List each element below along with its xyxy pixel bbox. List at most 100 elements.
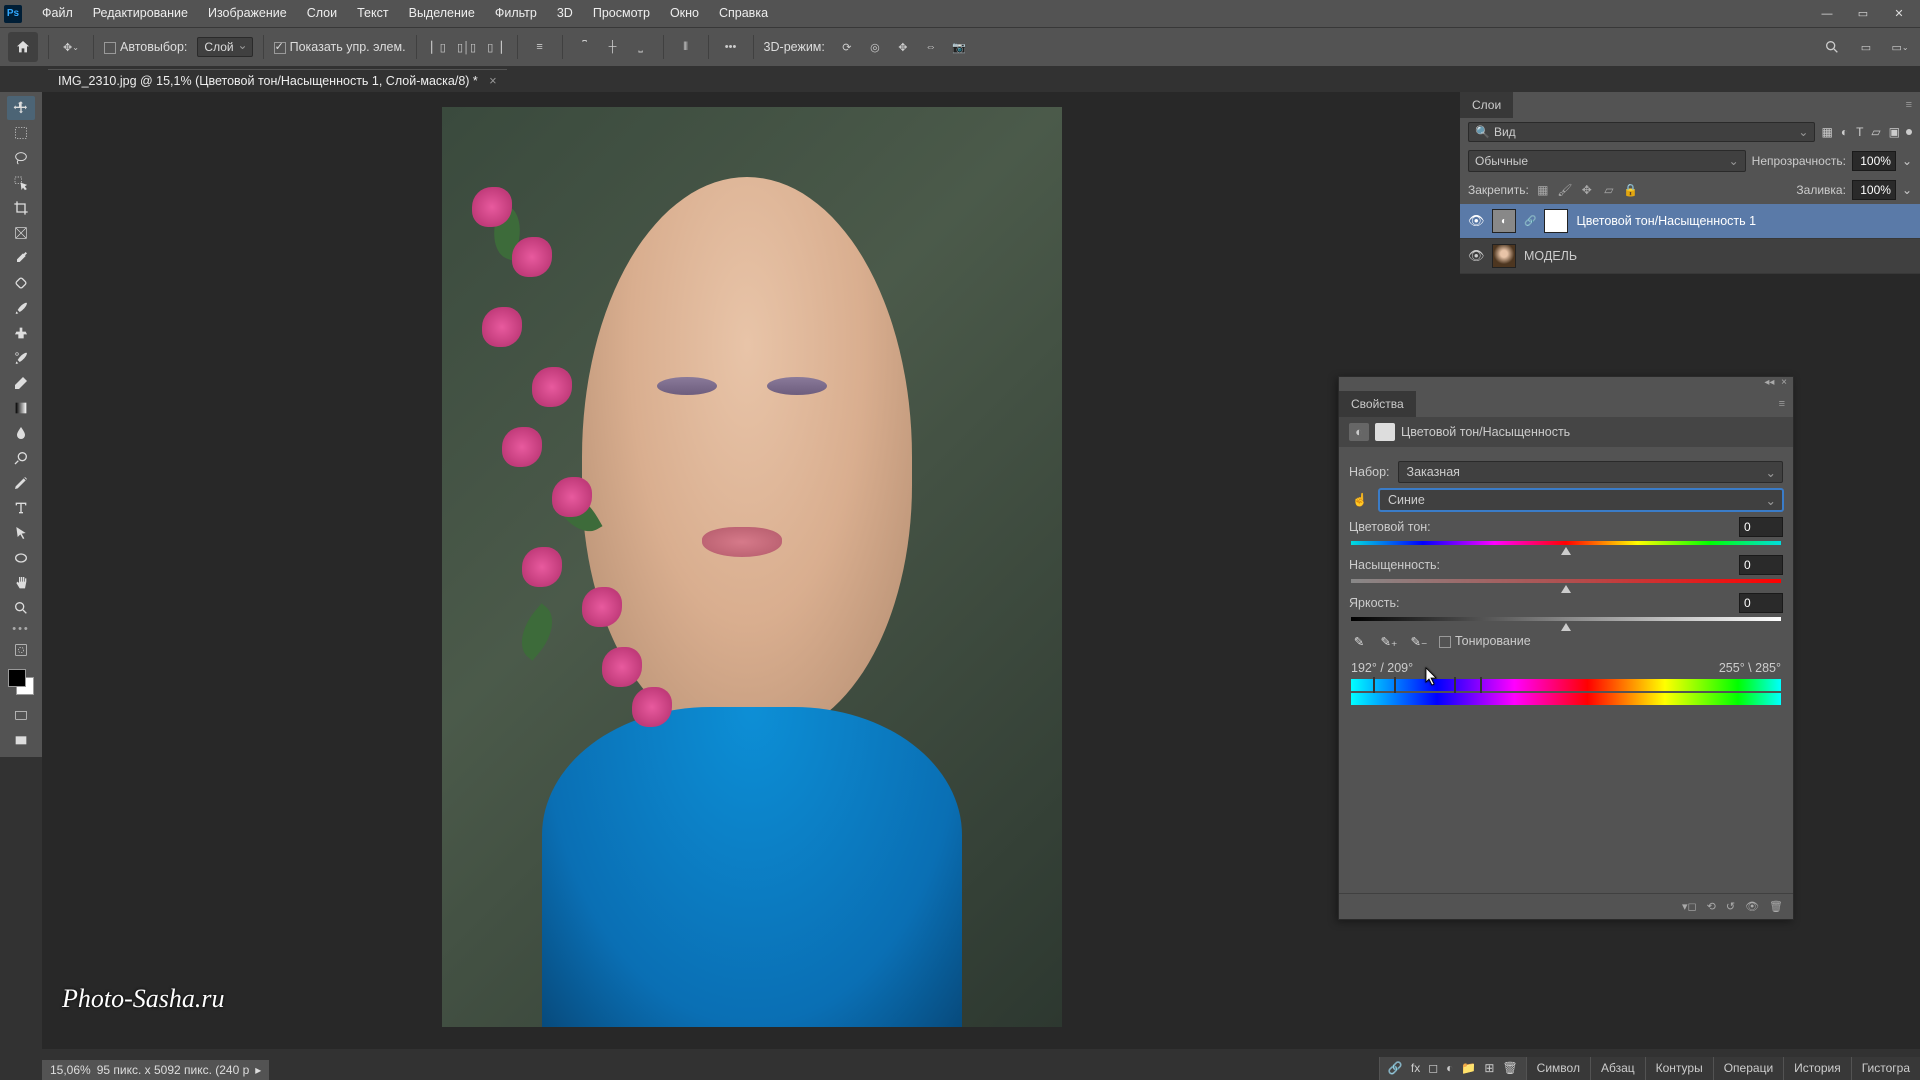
filter-shape-icon[interactable]: ▱ <box>1871 125 1880 139</box>
document-tab[interactable]: IMG_2310.jpg @ 15,1% (Цветовой тон/Насыщ… <box>48 69 507 92</box>
color-swatch[interactable] <box>8 669 34 695</box>
saturation-slider[interactable] <box>1351 579 1781 583</box>
pen-tool[interactable] <box>7 471 35 495</box>
align-bottom-icon[interactable]: ⎵ <box>629 35 653 59</box>
quick-mask-icon[interactable] <box>7 638 35 662</box>
zoom-tool[interactable] <box>7 596 35 620</box>
screen-mode-icon[interactable] <box>7 704 35 728</box>
tab-actions[interactable]: Операци <box>1714 1057 1783 1080</box>
menu-edit[interactable]: Редактирование <box>83 0 198 27</box>
visibility-icon[interactable]: 👁 <box>1468 248 1484 264</box>
delete-layer-icon[interactable]: 🗑 <box>1502 1061 1517 1076</box>
layer-mask-icon[interactable]: ◻ <box>1428 1061 1438 1076</box>
blur-tool[interactable] <box>7 421 35 445</box>
link-icon[interactable]: 🔗 <box>1524 216 1536 227</box>
adjustment-thumb[interactable]: ◐ <box>1492 209 1516 233</box>
opacity-input[interactable]: 100% <box>1852 151 1896 171</box>
layer-name[interactable]: Цветовой тон/Насыщенность 1 <box>1576 214 1756 228</box>
brush-tool[interactable] <box>7 296 35 320</box>
edit-toolbar-icon[interactable]: ••• <box>12 623 30 635</box>
delete-adjustment-icon[interactable]: 🗑 <box>1769 900 1783 913</box>
menu-type[interactable]: Текст <box>347 0 398 27</box>
zoom-readout[interactable]: 15,06% <box>50 1063 91 1077</box>
tab-symbol[interactable]: Символ <box>1527 1057 1590 1080</box>
pan3d-icon[interactable]: ✥ <box>891 35 915 59</box>
layers-tab[interactable]: Слои <box>1460 92 1513 118</box>
lasso-tool[interactable] <box>7 146 35 170</box>
menu-select[interactable]: Выделение <box>399 0 485 27</box>
hand-tool[interactable] <box>7 571 35 595</box>
menu-help[interactable]: Справка <box>709 0 778 27</box>
layer-thumb[interactable] <box>1492 244 1516 268</box>
eraser-tool[interactable] <box>7 371 35 395</box>
filter-type-icon[interactable]: T <box>1856 125 1863 139</box>
link-layers-icon[interactable]: 🔗 <box>1388 1061 1403 1076</box>
eyedropper-minus-icon[interactable]: ✎₋ <box>1409 631 1429 651</box>
lock-all-icon[interactable]: 🔒 <box>1623 183 1639 197</box>
colorize-checkbox[interactable] <box>1439 636 1451 648</box>
layers-panel-menu-icon[interactable]: ≡ <box>1898 95 1920 115</box>
toggle-visibility-icon[interactable]: 👁 <box>1745 900 1759 913</box>
menu-image[interactable]: Изображение <box>198 0 297 27</box>
collapse-icon[interactable]: ◂◂ <box>1764 377 1774 388</box>
blend-mode-select[interactable]: Обычные <box>1468 150 1746 172</box>
clone-stamp-tool[interactable] <box>7 321 35 345</box>
dodge-tool[interactable] <box>7 446 35 470</box>
move-tool[interactable] <box>7 96 35 120</box>
clip-to-layer-icon[interactable]: ▾◻ <box>1682 900 1697 913</box>
screen-mode-full-icon[interactable] <box>7 729 35 753</box>
shape-tool[interactable] <box>7 546 35 570</box>
quick-select-tool[interactable] <box>7 171 35 195</box>
layer-filter-kind[interactable]: 🔍 Вид <box>1468 122 1815 142</box>
align-left-icon[interactable]: ▏▯ <box>427 35 451 59</box>
history-brush-tool[interactable] <box>7 346 35 370</box>
hue-slider[interactable] <box>1351 541 1781 545</box>
tab-paths[interactable]: Контуры <box>1646 1057 1713 1080</box>
lock-position-icon[interactable]: ✥ <box>1579 183 1595 197</box>
frame-tool[interactable] <box>7 221 35 245</box>
close-panel-icon[interactable]: × <box>1781 377 1787 388</box>
filter-adjust-icon[interactable]: ◐ <box>1841 125 1848 139</box>
channel-select[interactable]: Синие <box>1379 489 1783 511</box>
align-center-h-icon[interactable]: ▯│▯ <box>455 35 479 59</box>
align-middle-icon[interactable]: ┼ <box>601 35 625 59</box>
color-range-gradient-bottom[interactable] <box>1351 693 1781 705</box>
more-options-icon[interactable]: ••• <box>719 35 743 59</box>
eyedropper-plus-icon[interactable]: ✎₊ <box>1379 631 1399 651</box>
type-tool[interactable] <box>7 496 35 520</box>
auto-select-target[interactable]: Слой <box>197 37 252 57</box>
layer-name[interactable]: МОДЕЛЬ <box>1524 249 1577 263</box>
fill-menu-icon[interactable]: ⌄ <box>1902 183 1912 197</box>
layer-row-model[interactable]: 👁 МОДЕЛЬ <box>1460 239 1920 274</box>
menu-window[interactable]: Окно <box>660 0 709 27</box>
opacity-menu-icon[interactable]: ⌄ <box>1902 154 1912 168</box>
fill-input[interactable]: 100% <box>1852 180 1896 200</box>
layer-row-hue-sat[interactable]: 👁 ◐ 🔗 Цветовой тон/Насыщенность 1 <box>1460 204 1920 239</box>
filter-toggle[interactable] <box>1906 129 1912 135</box>
properties-panel-menu-icon[interactable]: ≡ <box>1771 394 1793 414</box>
new-adjustment-icon[interactable]: ◐ <box>1446 1061 1453 1076</box>
home-button[interactable] <box>8 32 38 62</box>
status-menu-icon[interactable]: ▸ <box>255 1063 261 1077</box>
tab-history[interactable]: История <box>1784 1057 1851 1080</box>
tab-paragraph[interactable]: Абзац <box>1591 1057 1645 1080</box>
window-close[interactable]: ✕ <box>1882 4 1916 24</box>
auto-select-checkbox[interactable] <box>104 42 116 54</box>
lightness-slider[interactable] <box>1351 617 1781 621</box>
workspace-menu-icon[interactable]: ▭⌄ <box>1888 35 1912 59</box>
path-select-tool[interactable] <box>7 521 35 545</box>
properties-tab[interactable]: Свойства <box>1339 391 1416 417</box>
lock-artboard-icon[interactable]: ▱ <box>1601 183 1617 197</box>
tab-histogram[interactable]: Гистогра <box>1852 1057 1920 1080</box>
mask-icon[interactable] <box>1375 423 1395 441</box>
align-top-icon[interactable]: ⎴ <box>573 35 597 59</box>
lock-transparent-icon[interactable]: ▦ <box>1535 183 1551 197</box>
menu-3d[interactable]: 3D <box>547 0 583 27</box>
reset-icon[interactable]: ↺ <box>1726 900 1735 913</box>
lock-pixels-icon[interactable]: 🖌 <box>1557 183 1573 197</box>
document-canvas[interactable] <box>442 107 1062 1027</box>
color-range-gradient-top[interactable] <box>1351 679 1781 691</box>
new-group-icon[interactable]: 📁 <box>1461 1061 1476 1076</box>
menu-file[interactable]: Файл <box>32 0 83 27</box>
marquee-tool[interactable] <box>7 121 35 145</box>
